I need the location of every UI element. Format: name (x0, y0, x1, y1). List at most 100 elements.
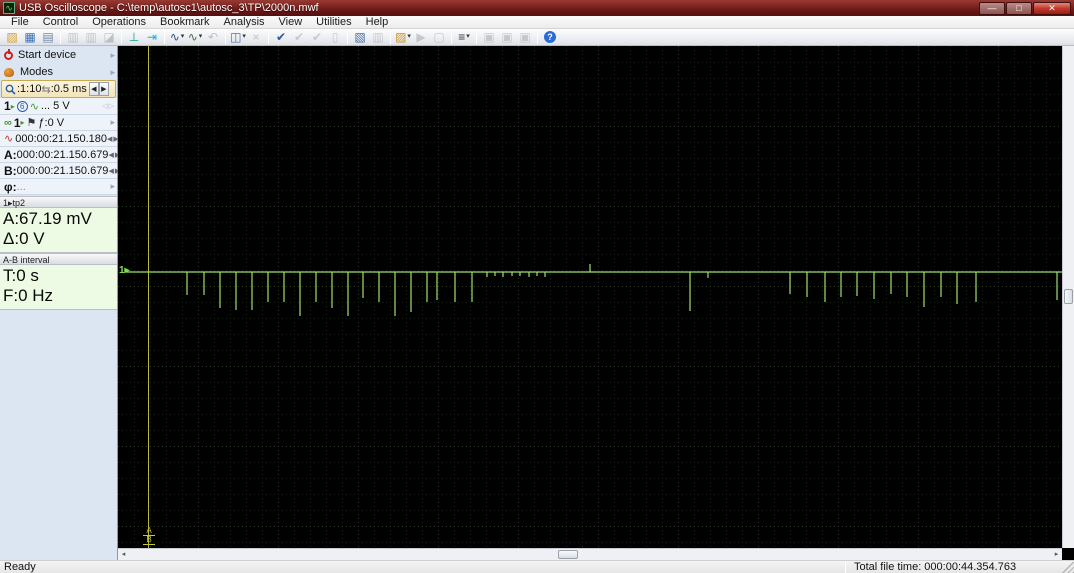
trigger-level-label: ƒ:0 V (38, 117, 64, 129)
open-file-button[interactable]: ▨ (3, 30, 21, 45)
menu-file[interactable]: File (4, 16, 36, 28)
horizontal-scrollbar[interactable]: ◂ ▸ (118, 548, 1062, 560)
toolbar-separator (476, 31, 477, 44)
save-fragment-button[interactable]: ▨▾ (394, 30, 412, 45)
vertical-scroll-thumb[interactable] (1064, 289, 1073, 304)
modes-label: Modes (20, 66, 53, 78)
chevron-right-icon: ▸ (110, 117, 115, 128)
chevron-right-icon: ▸ (110, 67, 115, 78)
save-file-button[interactable]: ▦ (21, 30, 39, 45)
waveform-filter-button[interactable]: ∿▾ (186, 30, 204, 45)
scope-plot-area[interactable]: 1▸ A B (118, 46, 1062, 548)
toolbar-separator (537, 31, 538, 44)
help-icon: ? (544, 31, 556, 43)
maximize-button[interactable]: □ (1006, 2, 1032, 15)
stop-fragment-icon: ▢ (433, 30, 444, 44)
channel-settings-row[interactable]: 1▸ 6 ∿ ... 5 V ◁▷ (0, 98, 117, 115)
save-fragment-icon: ▨ (395, 30, 406, 44)
sidebar-item-modes[interactable]: Modes ▸ (0, 64, 117, 80)
toolbar-separator (225, 31, 226, 44)
toolbar-separator (268, 31, 269, 44)
waveform-filter-icon: ∿ (188, 30, 198, 44)
play-fragment-icon: ▶ (416, 30, 425, 44)
channel-1-marker[interactable]: 1▸ (119, 265, 130, 276)
timebase-next-button[interactable]: ▶ (99, 82, 109, 96)
detach-view-icon: × (252, 30, 259, 44)
timebase-prev-button[interactable]: ◀ (89, 82, 99, 96)
cursor-ab-labels[interactable]: A B (143, 527, 155, 545)
timebase-value: :0.5 ms (51, 83, 87, 95)
sidebar-item-start-device[interactable]: Start device ▸ (0, 46, 117, 64)
channel-number: 1 (4, 99, 11, 113)
cursor-b-value: 000:00:21.150.679 (17, 165, 109, 177)
minimize-button[interactable]: — (979, 2, 1005, 15)
phase-dots: ... (17, 181, 26, 193)
dropdown-arrow-icon: ▾ (199, 30, 203, 44)
menu-utilities[interactable]: Utilities (309, 16, 358, 28)
waveform-mode-button[interactable]: ∿▾ (168, 30, 186, 45)
stop-fragment-button: ▢ (430, 30, 448, 45)
cursor-a-row[interactable]: A: 000:00:21.150.679 ◀▶ (0, 147, 117, 163)
scroll-left-arrow[interactable]: ◂ (118, 549, 129, 560)
copy-icon: ▥ (67, 30, 78, 44)
copy-special-icon: ▥ (85, 30, 96, 44)
display-mode-button[interactable]: ◫▾ (229, 30, 247, 45)
menu-control[interactable]: Control (36, 16, 85, 28)
menu-help[interactable]: Help (359, 16, 396, 28)
scroll-right-arrow[interactable]: ▸ (1051, 549, 1062, 560)
search-binocular-icon: ∞ (4, 117, 12, 129)
menu-view[interactable]: View (272, 16, 310, 28)
level-tool-button[interactable]: ⊥ (125, 30, 143, 45)
apply-check-button[interactable]: ✔ (272, 30, 290, 45)
cursor-a-value: 000:00:21.150.679 (17, 149, 109, 161)
coupling-icon: ∿ (30, 100, 39, 113)
channel-tri-icon: ▸ (11, 102, 15, 111)
tile-1-button: ▣ (480, 30, 498, 45)
trace-canvas (118, 46, 1062, 548)
horizontal-scroll-thumb[interactable] (558, 550, 578, 559)
status-message: Ready (0, 561, 845, 573)
vertical-scrollbar[interactable] (1062, 46, 1074, 548)
phase-row[interactable]: φ: ... ▸ (0, 179, 117, 195)
probe-badge: 6 (17, 101, 28, 112)
modes-icon (4, 68, 14, 77)
selection-chart-button[interactable]: ▧ (351, 30, 369, 45)
dropdown-arrow-icon: ▾ (242, 30, 246, 44)
cursor-b-row[interactable]: B: 000:00:21.150.679 ◀▶ (0, 163, 117, 179)
detach-view-button: × (247, 30, 265, 45)
open-file-icon: ▨ (6, 30, 17, 44)
menu-analysis[interactable]: Analysis (217, 16, 272, 28)
cursor-b-flag[interactable]: B (143, 536, 155, 545)
cursor-b-prefix: B: (4, 164, 17, 178)
tp2-panel-header: 1▸tp2 (0, 196, 117, 208)
export-icon: ◪ (103, 30, 114, 44)
level-tool-icon: ⊥ (129, 30, 139, 44)
toolbar: ▨▦▤▥▥◪⊥⇥∿▾∿▾↶◫▾×✔✔✔▯▧▥▨▾▶▢≡▾▣▣▣? (0, 29, 1074, 46)
tile-2-icon: ▣ (501, 30, 512, 44)
menu-bookmark[interactable]: Bookmark (153, 16, 217, 28)
dropdown-arrow-icon: ▾ (466, 30, 470, 44)
menu-operations[interactable]: Operations (85, 16, 153, 28)
trigger-settings-row[interactable]: ∞ 1▸ ⚑ ƒ:0 V ▸ (0, 115, 117, 131)
help-button[interactable]: ? (541, 30, 559, 45)
zoom-timebase-row[interactable]: :1:10 ⇆ :0.5 ms ◀ ▶ (1, 80, 116, 98)
window-title: USB Oscilloscope - C:\temp\autosc1\autos… (19, 2, 319, 14)
apply-check-icon: ✔ (276, 30, 286, 44)
trigger-flag-icon: ⚑ (27, 116, 37, 129)
zoom-ratio-value: :1:10 (17, 83, 41, 95)
tile-1-icon: ▣ (483, 30, 494, 44)
list-view-button[interactable]: ≡▾ (455, 30, 473, 45)
time-position-row[interactable]: ∿ 000:00:21.150.180 ◀▶ (0, 131, 117, 147)
resize-grip[interactable] (1061, 562, 1074, 573)
marker-tool-button[interactable]: ⇥ (143, 30, 161, 45)
wave-icon: ∿ (4, 132, 13, 145)
report-doc-icon: ▯ (332, 30, 339, 44)
dropdown-arrow-icon: ▾ (407, 30, 411, 44)
measurement-f: F:0 Hz (3, 286, 114, 306)
close-button[interactable]: ✕ (1033, 2, 1071, 15)
display-mode-icon: ◫ (230, 30, 241, 44)
print-button[interactable]: ▤ (39, 30, 57, 45)
channel-range-arrows[interactable]: ◁▷ (102, 102, 115, 110)
copy-special-button: ▥ (82, 30, 100, 45)
print-icon: ▤ (42, 30, 53, 44)
